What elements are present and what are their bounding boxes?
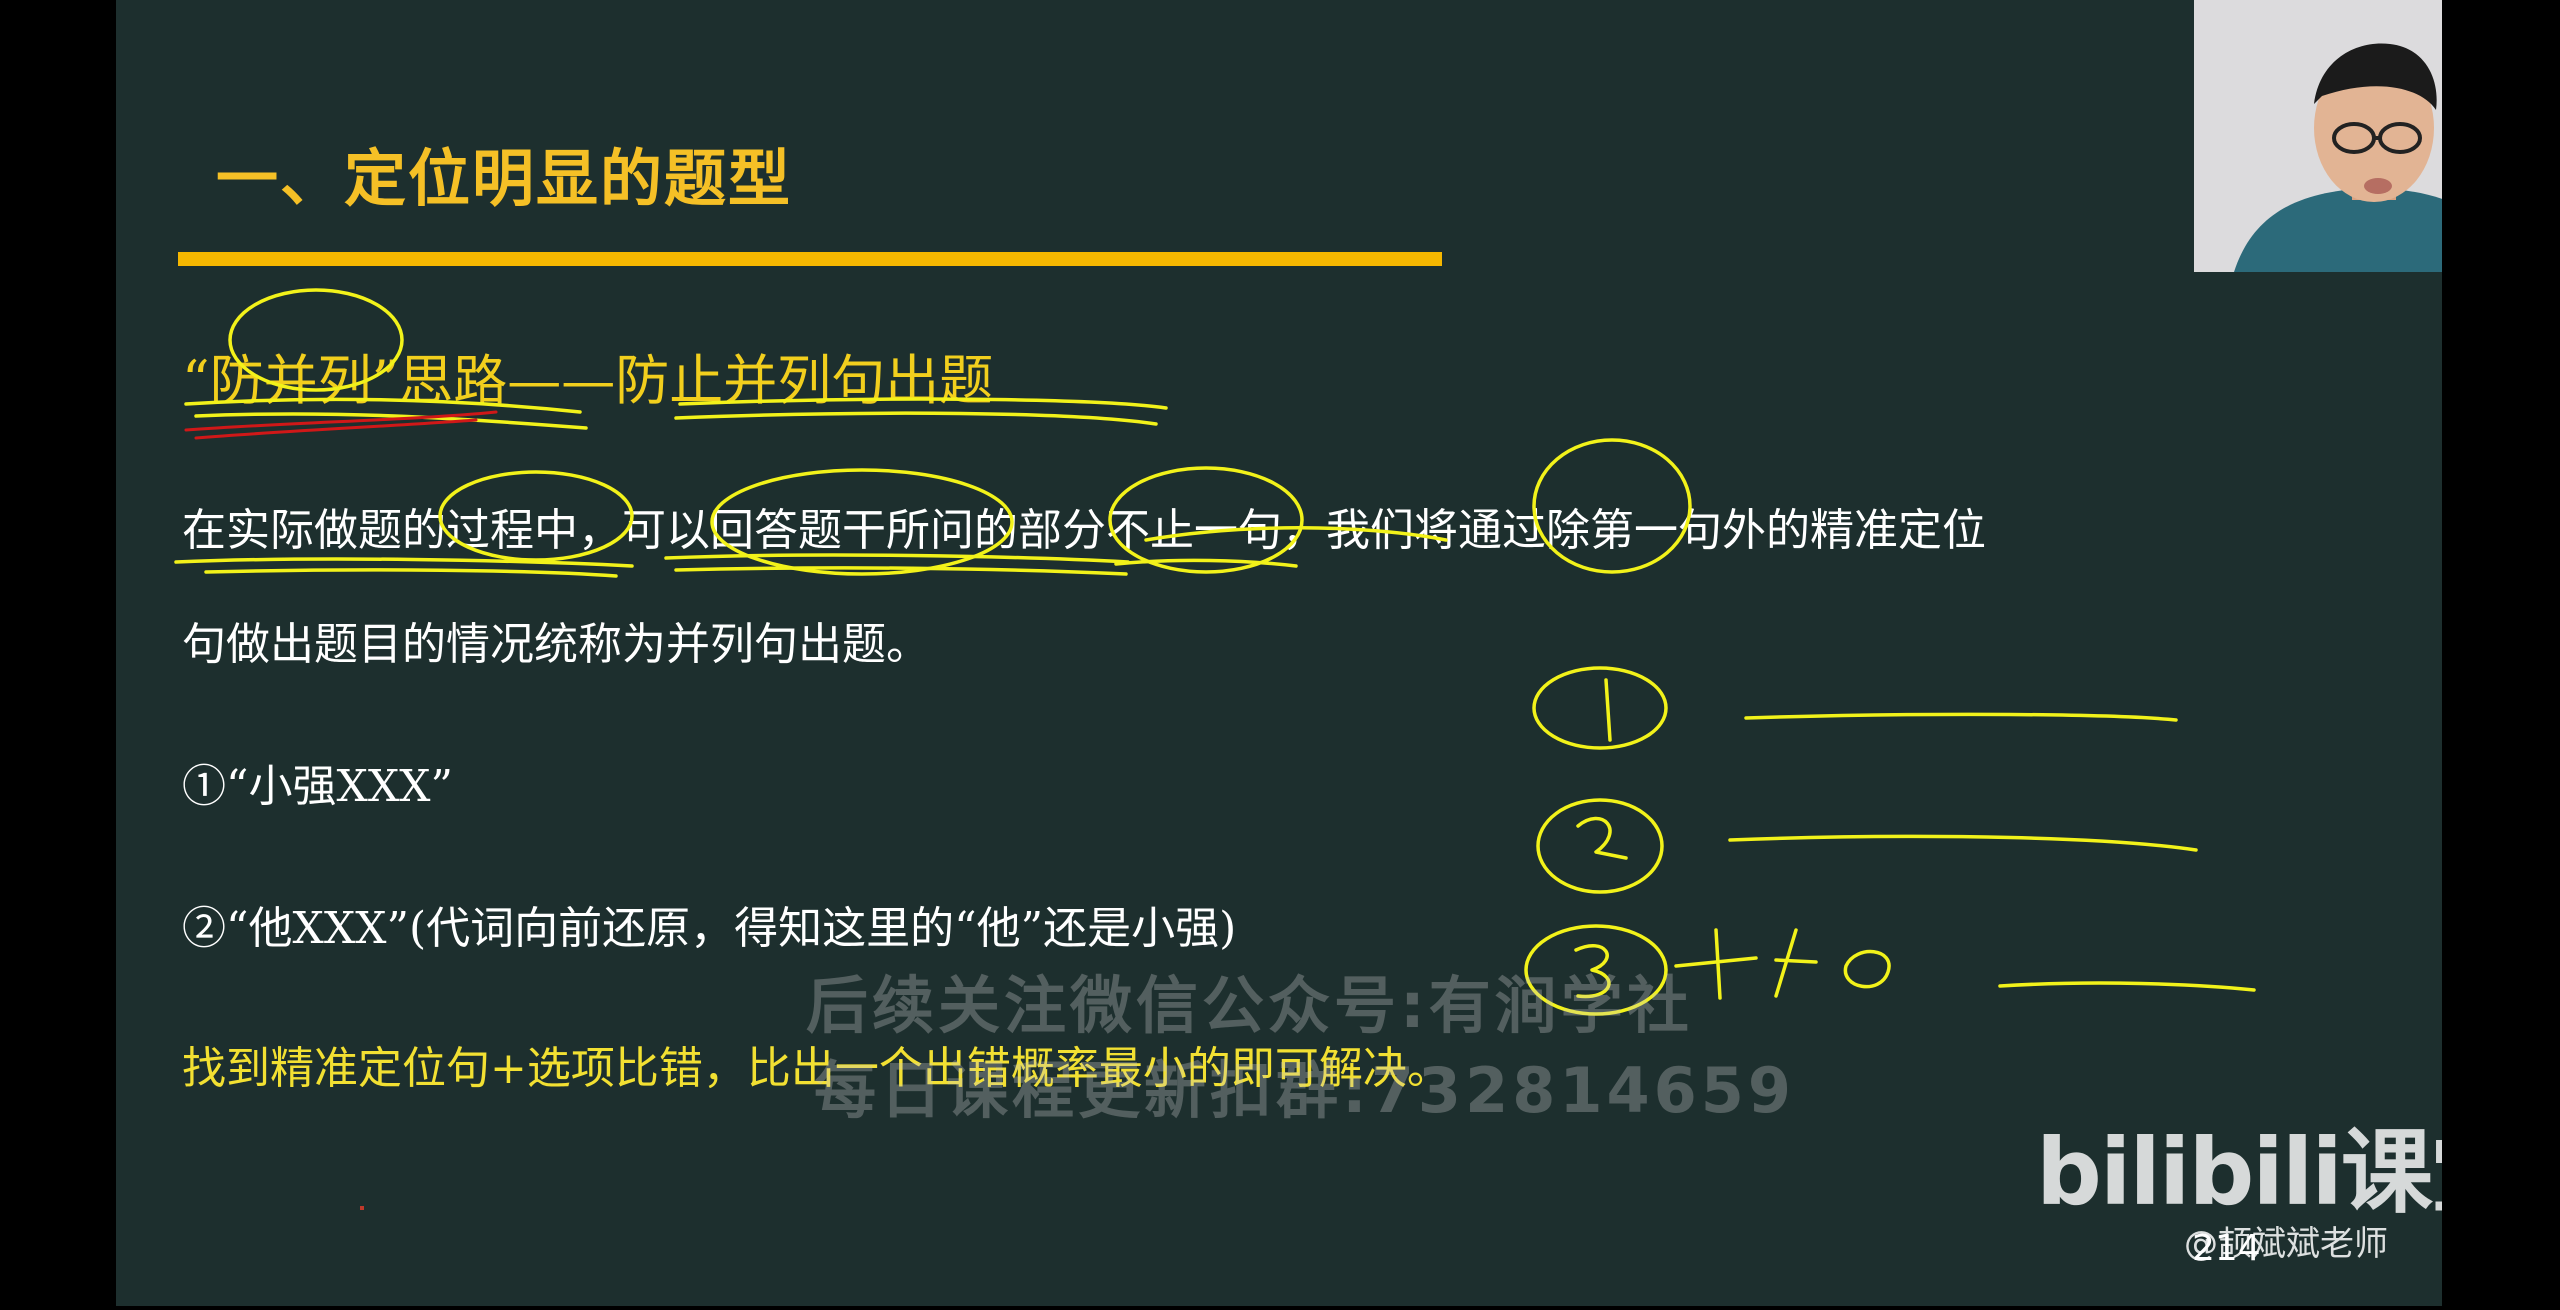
ink-underline-para-4 <box>674 566 1128 576</box>
ink-underline-para-5 <box>1114 558 1298 568</box>
paragraph-line-2: 句做出题目的情况统称为并列句出题。 <box>182 619 930 670</box>
example-2: ②“他XXX”(代词向前还原，得知这里的“他”还是小强) <box>182 903 1237 954</box>
author-tag: @颉斌斌老师 <box>2184 1224 2388 1264</box>
ink-red-underline-2 <box>194 418 478 440</box>
ink-line-3 <box>1998 981 2256 992</box>
slide-heading: 一、定位明显的题型 <box>216 142 793 215</box>
ink-numeral-1 <box>1604 678 1612 742</box>
presenter-figure <box>2194 0 2442 272</box>
paragraph-line-1: 在实际做题的过程中，可以回答题干所问的部分不止一句，我们将通过除第一句外的精准定… <box>182 505 1986 556</box>
slide-subtitle: “防并列”思路——防止并列句出题 <box>182 349 994 412</box>
ink-underline-para-2 <box>204 568 618 578</box>
heading-underline-bar <box>178 252 1442 266</box>
watermark-line-2: 每日课程更新扣群:732814659 <box>814 1054 1796 1127</box>
example-1: ①“小强XXX” <box>182 761 453 812</box>
watermark-line-1: 后续关注微信公众号:有涧学社 <box>806 969 1693 1042</box>
ink-underline-subtitle-2 <box>194 412 588 430</box>
presenter-webcam <box>2194 0 2442 272</box>
ink-circle-2 <box>1536 798 1664 894</box>
lecture-slide: 一、定位明显的题型 “防并列”思路——防止并列句出题 在实际做题的过程中，可以回… <box>116 0 2442 1306</box>
ink-numeral-2 <box>1576 816 1628 860</box>
ink-line-2 <box>1728 834 2198 852</box>
ink-line-1 <box>1744 712 2178 722</box>
ink-underline-para-1 <box>174 557 634 568</box>
ink-plus-40 <box>1674 928 1891 1000</box>
stray-mark <box>360 1206 364 1210</box>
video-frame: 一、定位明显的题型 “防并列”思路——防止并列句出题 在实际做题的过程中，可以回… <box>0 0 2560 1310</box>
bilibili-logo: bilibili课堂 <box>2036 1119 2442 1226</box>
ink-circle-1 <box>1532 666 1668 750</box>
